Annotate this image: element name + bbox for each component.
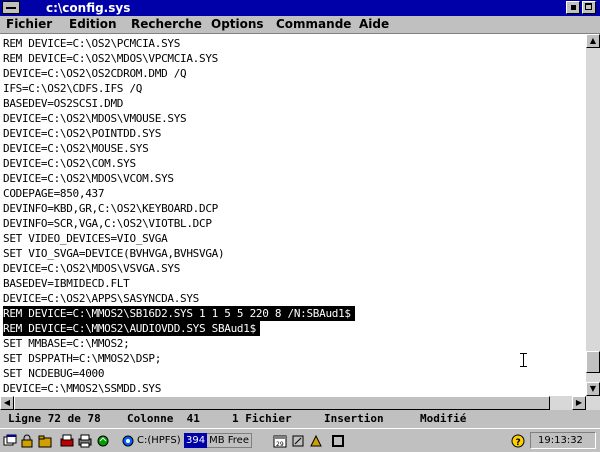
editor-line[interactable]: DEVICE=C:\MMOS2\SSMDD.SYS [3, 381, 161, 396]
title-bar[interactable]: c:\config.sys [0, 0, 600, 16]
svg-text:?: ? [516, 438, 521, 448]
editor-line[interactable]: DEVICE=C:\OS2\MDOS\VMOUSE.SYS [3, 111, 187, 126]
dial-icon[interactable] [121, 433, 135, 447]
text-editor-area[interactable]: REM DEVICE=C:\OS2\PCMCIA.SYS REM DEVICE=C… [0, 34, 586, 396]
editor-line[interactable]: DEVINFO=KBD,GR,C:\OS2\KEYBOARD.DCP [3, 201, 218, 216]
pulse-icon[interactable] [331, 433, 345, 447]
horizontal-scrollbar[interactable]: ◀ ▶ [0, 396, 600, 410]
horizontal-scroll-thumb[interactable] [14, 396, 550, 410]
menu-commande[interactable]: Commande [276, 16, 351, 33]
window-title: c:\config.sys [46, 1, 131, 15]
menu-edition[interactable]: Edition [69, 16, 117, 33]
editor-line[interactable]: SET MMBASE=C:\MMOS2; [3, 336, 130, 351]
editor-line[interactable]: SET VIDEO_DEVICES=VIO_SVGA [3, 231, 168, 246]
editor-line[interactable]: IFS=C:\OS2\CDFS.IFS /Q [3, 81, 142, 96]
editor-line-selected[interactable]: REM DEVICE=C:\MMOS2\AUDIOVDD.SYS SBAud1$ [3, 321, 260, 336]
editor-line[interactable]: DEVICE=C:\OS2\COM.SYS [3, 156, 136, 171]
editor-line[interactable]: DEVINFO=SCR,VGA,C:\OS2\VIOTBL.DCP [3, 216, 212, 231]
lock-icon[interactable] [20, 433, 34, 448]
editor-line[interactable]: REM DEVICE=C:\OS2\MDOS\VPCMCIA.SYS [3, 51, 218, 66]
editor-line[interactable]: DEVICE=C:\OS2\POINTDD.SYS [3, 126, 161, 141]
menu-bar: Fichier Edition Recherche Options Comman… [0, 16, 600, 34]
menu-options[interactable]: Options [211, 16, 264, 33]
system-menu-icon[interactable] [2, 1, 20, 14]
minimize-button[interactable] [566, 1, 580, 14]
drive-label: C:(HPFS) [137, 435, 181, 446]
editor-line[interactable]: SET VIO_SVGA=DEVICE(BVHVGA,BVHSVGA) [3, 246, 225, 261]
editor-line[interactable]: DEVICE=C:\OS2\MDOS\VCOM.SYS [3, 171, 174, 186]
editor-line[interactable]: DEVICE=C:\OS2\APPS\SASYNCDA.SYS [3, 291, 199, 306]
editor-line[interactable]: BASEDEV=IBMIDECD.FLT [3, 276, 130, 291]
status-column: Colonne 41 [127, 412, 200, 425]
folder-icon[interactable] [38, 433, 52, 448]
maximize-button[interactable] [582, 1, 596, 14]
editor-line[interactable]: DEVICE=C:\OS2\MDOS\VSVGA.SYS [3, 261, 180, 276]
editor-line[interactable]: BASEDEV=OS2SCSI.DMD [3, 96, 123, 111]
editor-line[interactable]: SET NCDEBUG=4000 [3, 366, 104, 381]
editor-line[interactable]: DEVICE=C:\OS2\OS2CDROM.DMD /Q [3, 66, 187, 81]
editor-line[interactable]: DEVICE=C:\OS2\MOUSE.SYS [3, 141, 149, 156]
editor-line[interactable]: SET DSPPATH=C:\MMOS2\DSP; [3, 351, 161, 366]
editor-line[interactable]: CODEPAGE=850,437 [3, 186, 104, 201]
editor-line-selected[interactable]: REM DEVICE=C:\MMOS2\SB16D2.SYS 1 1 5 5 2… [3, 306, 355, 321]
editor-line[interactable]: REM DEVICE=C:\OS2\PCMCIA.SYS [3, 36, 180, 51]
free-space-indicator: 394 MB Free [184, 433, 253, 448]
refresh-icon[interactable] [96, 433, 110, 447]
status-line-number: Ligne 72 de 78 [8, 412, 101, 425]
scroll-left-button[interactable]: ◀ [0, 396, 14, 410]
ibeam-cursor-icon [520, 353, 527, 367]
menu-recherche[interactable]: Recherche [131, 16, 202, 33]
status-mode: Insertion [324, 412, 384, 425]
clock: 19:13:32 [538, 435, 583, 446]
vertical-scrollbar[interactable]: ▲ ▼ [586, 34, 600, 396]
help-icon[interactable]: ? [511, 433, 525, 448]
free-space-unit: MB Free [207, 433, 253, 448]
scroll-up-button[interactable]: ▲ [586, 34, 600, 48]
calendar-icon[interactable]: 29 [273, 433, 287, 448]
tools-icon[interactable] [291, 433, 305, 447]
drives-icon[interactable] [309, 433, 323, 447]
window-list-icon[interactable] [3, 433, 17, 447]
shredder-icon[interactable] [60, 433, 74, 447]
launchpad-taskbar: C:(HPFS) 394 MB Free 29 ? 19:13:32 [0, 428, 600, 452]
free-space-value: 394 [184, 433, 208, 448]
printer-icon[interactable] [78, 433, 92, 448]
scroll-down-button[interactable]: ▼ [586, 382, 600, 396]
svg-text:29: 29 [276, 441, 284, 448]
status-files: 1 Fichier [232, 412, 292, 425]
menu-fichier[interactable]: Fichier [6, 16, 52, 33]
status-line: Ligne 72 de 78 Colonne 41 1 Fichier Inse… [0, 410, 600, 428]
menu-aide[interactable]: Aide [359, 16, 389, 33]
status-state: Modifié [420, 412, 467, 425]
scroll-right-button[interactable]: ▶ [572, 396, 586, 410]
vertical-scroll-thumb[interactable] [586, 351, 600, 373]
